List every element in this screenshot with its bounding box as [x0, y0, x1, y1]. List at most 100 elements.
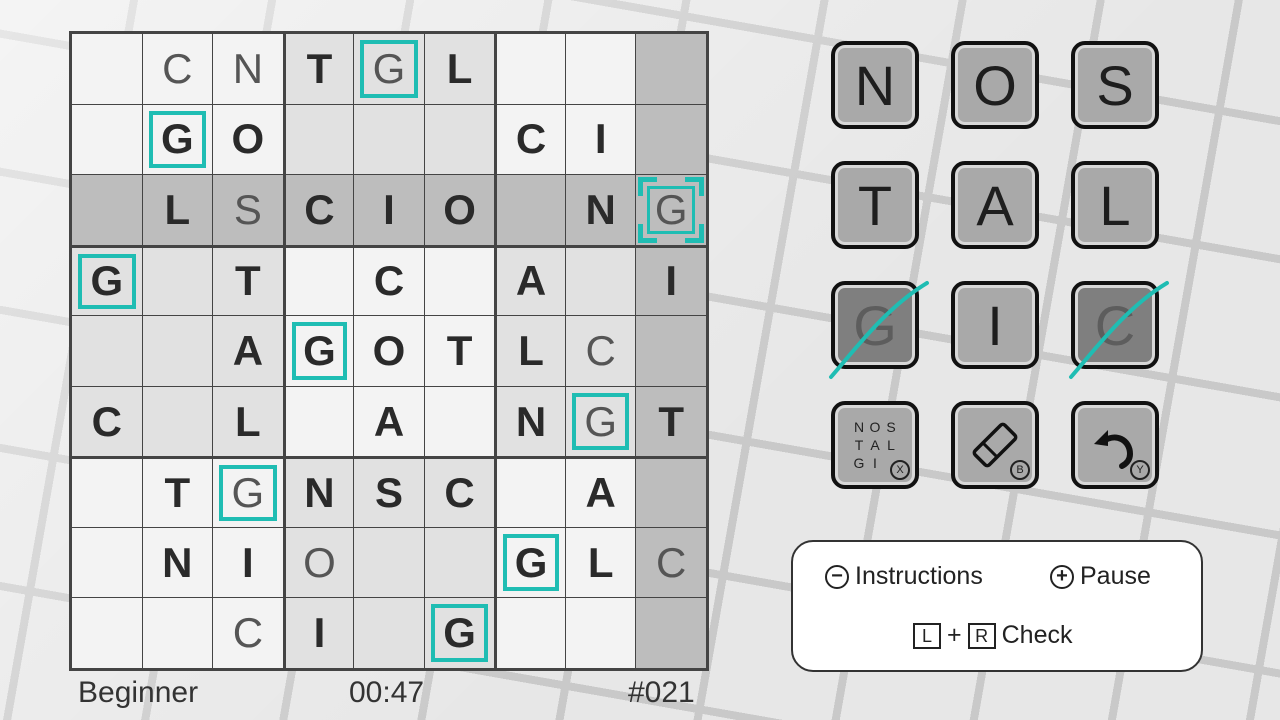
grid-cell-r8c5[interactable] [354, 527, 424, 598]
grid-cell-r7c2[interactable]: T [142, 457, 213, 527]
grid-cell-r5c1[interactable] [72, 316, 142, 386]
grid-cell-r4c6[interactable] [424, 245, 495, 316]
letter-tile-o[interactable]: O [951, 41, 1039, 129]
grid-cell-r2c3[interactable]: O [213, 104, 283, 175]
grid-cell-r4c1[interactable]: G [72, 245, 142, 316]
grid-cell-r8c4[interactable]: O [283, 527, 354, 598]
grid-cell-r2c9[interactable] [636, 104, 706, 175]
grid-cell-r7c5[interactable]: S [354, 457, 424, 527]
grid-cell-r5c8[interactable]: C [565, 316, 636, 386]
grid-cell-r8c8[interactable]: L [565, 527, 636, 598]
grid-cell-r1c5[interactable]: G [354, 34, 424, 104]
letter-tile-a[interactable]: A [951, 161, 1039, 249]
cell-letter: O [303, 538, 336, 586]
letter-tile-n[interactable]: N [831, 41, 919, 129]
grid-cell-r5c5[interactable]: O [354, 316, 424, 386]
letter-tile-s[interactable]: S [1071, 41, 1159, 129]
grid-cell-r3c1[interactable] [72, 175, 142, 245]
grid-cell-r1c7[interactable] [495, 34, 565, 104]
letter-tile-l[interactable]: L [1071, 161, 1159, 249]
grid-cell-r2c2[interactable]: G [142, 104, 213, 175]
grid-cell-r3c8[interactable]: N [565, 175, 636, 245]
grid-cell-r3c3[interactable]: S [213, 175, 283, 245]
letter-tile-c[interactable]: C [1069, 281, 1169, 379]
grid-cell-r6c2[interactable] [142, 386, 213, 457]
grid-cell-r7c6[interactable]: C [424, 457, 495, 527]
grid-cell-r9c8[interactable] [565, 598, 636, 668]
grid-cell-r4c5[interactable]: C [354, 245, 424, 316]
grid-cell-r7c4[interactable]: N [283, 457, 354, 527]
grid-cell-r3c2[interactable]: L [142, 175, 213, 245]
grid-cell-r6c7[interactable]: N [495, 386, 565, 457]
check-hint[interactable]: L + R Check [913, 621, 1072, 650]
grid-cell-r6c5[interactable]: A [354, 386, 424, 457]
instructions-hint[interactable]: − Instructions [825, 562, 983, 591]
grid-cell-r2c5[interactable] [354, 104, 424, 175]
grid-cell-r1c2[interactable]: C [142, 34, 213, 104]
grid-cell-r6c3[interactable]: L [213, 386, 283, 457]
undo-button[interactable]: Y [1071, 401, 1159, 489]
grid-cell-r2c7[interactable]: C [495, 104, 565, 175]
grid-cell-r7c9[interactable] [636, 457, 706, 527]
grid-cell-r4c4[interactable] [283, 245, 354, 316]
grid-cell-r8c6[interactable] [424, 527, 495, 598]
grid-cell-r9c3[interactable]: C [213, 598, 283, 668]
grid-cell-r5c4[interactable]: G [283, 316, 354, 386]
grid-cell-r6c4[interactable] [283, 386, 354, 457]
grid-cell-r2c1[interactable] [72, 104, 142, 175]
grid-cell-r6c8[interactable]: G [565, 386, 636, 457]
grid-cell-r9c1[interactable] [72, 598, 142, 668]
cell-letter: G [303, 326, 336, 374]
grid-cell-r9c9[interactable] [636, 598, 706, 668]
letter-tile-i[interactable]: I [951, 281, 1039, 369]
grid-cell-r8c1[interactable] [72, 527, 142, 598]
grid-cell-r5c3[interactable]: A [213, 316, 283, 386]
grid-cell-r6c6[interactable] [424, 386, 495, 457]
grid-cell-r7c8[interactable]: A [565, 457, 636, 527]
grid-cell-r1c4[interactable]: T [283, 34, 354, 104]
grid-cell-r8c2[interactable]: N [142, 527, 213, 598]
notes-mode-button[interactable]: NOS TAL GI X [831, 401, 919, 489]
grid-cell-r7c7[interactable] [495, 457, 565, 527]
grid-cell-r4c8[interactable] [565, 245, 636, 316]
grid-cell-r8c9[interactable]: C [636, 527, 706, 598]
grid-cell-r6c9[interactable]: T [636, 386, 706, 457]
grid-cell-r3c6[interactable]: O [424, 175, 495, 245]
grid-cell-r8c7[interactable]: G [495, 527, 565, 598]
cell-letter: G [654, 185, 688, 233]
grid-cell-r2c4[interactable] [283, 104, 354, 175]
grid-cell-r1c6[interactable]: L [424, 34, 495, 104]
grid-cell-r5c7[interactable]: L [495, 316, 565, 386]
grid-cell-r6c1[interactable]: C [72, 386, 142, 457]
grid-cell-r9c6[interactable]: G [424, 598, 495, 668]
cell-letter: L [164, 185, 191, 233]
grid-cell-r3c5[interactable]: I [354, 175, 424, 245]
grid-cell-r9c2[interactable] [142, 598, 213, 668]
grid-cell-r1c8[interactable] [565, 34, 636, 104]
grid-cell-r5c6[interactable]: T [424, 316, 495, 386]
grid-cell-r3c7[interactable] [495, 175, 565, 245]
grid-cell-r3c9[interactable]: G [636, 175, 706, 245]
grid-cell-r5c9[interactable] [636, 316, 706, 386]
grid-cell-r1c1[interactable] [72, 34, 142, 104]
grid-cell-r7c1[interactable] [72, 457, 142, 527]
letter-tile-t[interactable]: T [831, 161, 919, 249]
grid-cell-r1c9[interactable] [636, 34, 706, 104]
grid-cell-r9c4[interactable]: I [283, 598, 354, 668]
grid-cell-r4c2[interactable] [142, 245, 213, 316]
grid-cell-r1c3[interactable]: N [213, 34, 283, 104]
pause-hint[interactable]: + Pause [1050, 562, 1151, 591]
eraser-button[interactable]: B [951, 401, 1039, 489]
letter-tile-g[interactable]: G [829, 281, 929, 379]
grid-cell-r8c3[interactable]: I [213, 527, 283, 598]
grid-cell-r7c3[interactable]: G [213, 457, 283, 527]
grid-cell-r9c5[interactable] [354, 598, 424, 668]
grid-cell-r2c6[interactable] [424, 104, 495, 175]
grid-cell-r9c7[interactable] [495, 598, 565, 668]
grid-cell-r2c8[interactable]: I [565, 104, 636, 175]
grid-cell-r5c2[interactable] [142, 316, 213, 386]
grid-cell-r4c3[interactable]: T [213, 245, 283, 316]
grid-cell-r4c7[interactable]: A [495, 245, 565, 316]
grid-cell-r3c4[interactable]: C [283, 175, 354, 245]
grid-cell-r4c9[interactable]: I [636, 245, 706, 316]
